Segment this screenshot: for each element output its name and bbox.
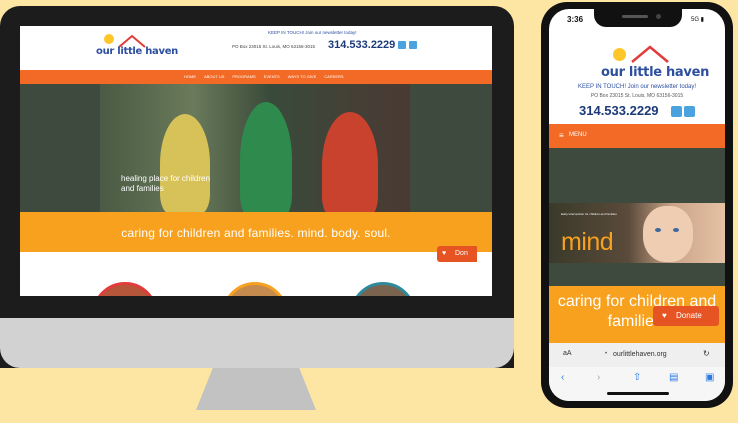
back-icon[interactable]: ‹ (561, 372, 564, 383)
heart-icon: ♥ (442, 250, 447, 257)
twitter-icon[interactable] (684, 106, 695, 117)
green-figure (240, 102, 292, 218)
mobile-logo[interactable]: our little haven (601, 45, 709, 81)
nav-programs[interactable]: PROGRAMS (232, 74, 255, 79)
browser-address-bar[interactable]: aA • ourlittlehaven.org ↻ (549, 343, 725, 367)
house-roof-icon (631, 45, 669, 63)
banner-tagline: caring for children and families. mind. … (121, 226, 391, 240)
mobile-donate-button[interactable]: ♥ Donate (653, 306, 719, 326)
sun-icon (104, 34, 114, 44)
hero-caption: healing place for children and families (121, 174, 210, 193)
nav-ways-to-give[interactable]: WAYS TO GIVE (288, 74, 317, 79)
facebook-icon[interactable] (398, 41, 406, 49)
newsletter-link[interactable]: KEEP IN TOUCH! Join our newsletter today… (549, 84, 725, 90)
status-network: 5G ▮ (691, 17, 704, 23)
hero-word: mind (561, 228, 614, 256)
desktop-donate-button[interactable]: ♥ Don (437, 246, 477, 262)
donate-label: Donate (676, 311, 702, 320)
desktop-header: our little haven KEEP IN TOUCH! Join our… (20, 26, 492, 70)
logo-text: our little haven (96, 46, 178, 57)
desktop-logo[interactable]: our little haven (96, 34, 178, 62)
logo-text: our little haven (601, 65, 710, 80)
hero-sculpture-photo (100, 84, 410, 218)
desktop-screen: our little haven KEEP IN TOUCH! Join our… (20, 26, 492, 296)
twitter-icon[interactable] (409, 41, 417, 49)
phone-number[interactable]: 314.533.2229 (579, 103, 659, 118)
desktop-hero (20, 84, 492, 218)
child-face (643, 206, 693, 262)
phone-screen: 3:36 5G ▮ our little haven KEEP IN TOUCH… (549, 9, 725, 401)
nav-events[interactable]: EVENTS (264, 74, 280, 79)
mailing-address: PO Box 23015 St. Louis, MO 63156-3015 (590, 93, 684, 99)
mailing-address: PO Box 23015 St. Louis, MO 63156-3015 (232, 44, 316, 49)
lock-icon: • (605, 351, 608, 357)
monitor-stand (196, 368, 316, 410)
desktop-nav: HOME ABOUT US PROGRAMS EVENTS WAYS TO GI… (20, 70, 492, 84)
desktop-banner: caring for children and families. mind. … (20, 212, 492, 256)
text-size-button[interactable]: aA (563, 350, 572, 357)
nav-about-us[interactable]: ABOUT US (204, 74, 224, 79)
donate-label: Don (455, 250, 468, 257)
menu-label: MENU (569, 132, 587, 138)
browser-toolbar: ‹ › ⇧ ▤ ▣ (549, 367, 725, 401)
bookmarks-icon[interactable]: ▤ (669, 372, 678, 383)
reload-icon[interactable]: ↻ (703, 349, 710, 358)
tabs-icon[interactable]: ▣ (705, 372, 714, 383)
facebook-icon[interactable] (671, 106, 682, 117)
phone-notch (594, 9, 682, 27)
share-icon[interactable]: ⇧ (633, 372, 641, 383)
sun-icon (613, 48, 626, 61)
yellow-figure (160, 114, 210, 214)
newsletter-link[interactable]: KEEP IN TOUCH! Join our newsletter today… (268, 30, 357, 35)
status-time: 3:36 (567, 15, 584, 24)
camera-icon (656, 14, 661, 19)
speaker-grille (622, 15, 648, 18)
mobile-menu-bar[interactable]: ≡ MENU (549, 124, 725, 148)
nav-careers[interactable]: CAREERS (324, 74, 343, 79)
forward-icon[interactable]: › (597, 372, 600, 383)
hero-small-text: Early intervention for children and fami… (561, 212, 617, 216)
heart-icon: ♥ (662, 311, 667, 320)
nav-home[interactable]: HOME (184, 74, 196, 79)
red-figure (322, 112, 378, 218)
eye (673, 228, 679, 232)
home-indicator (607, 392, 669, 395)
phone-number[interactable]: 314.533.2229 (328, 39, 395, 51)
url-text[interactable]: ourlittlehaven.org (613, 351, 667, 358)
eye (655, 228, 661, 232)
mobile-hero: Early intervention for children and fami… (549, 148, 725, 286)
monitor-chin (0, 318, 514, 368)
hamburger-icon: ≡ (559, 131, 564, 140)
